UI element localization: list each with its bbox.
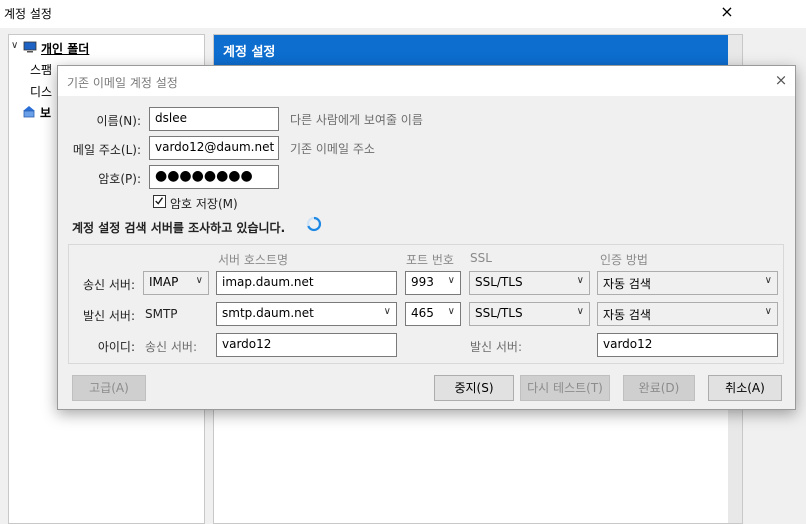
username-incoming-label: 송신 서버: [145,340,198,354]
name-label: 이름(N): [96,114,141,128]
retest-button[interactable]: 다시 테스트(T) [520,375,610,401]
incoming-username-input[interactable]: vardo12 [216,333,397,357]
outgoing-auth-select[interactable]: 자동 검색 ∨ [597,302,778,326]
chevron-down-icon: ∨ [764,275,772,286]
dialog-title: 기존 이메일 계정 설정 [67,76,178,90]
outgoing-port-select[interactable]: 465 ∨ [405,302,461,326]
remember-password-label[interactable]: 암호 저장(M) [170,195,238,212]
column-header-auth: 인증 방법 [600,253,648,267]
incoming-protocol-value: IMAP [149,275,179,289]
password-label: 암호(P): [98,172,141,186]
tree-item-label: 개인 폴더 [41,42,90,56]
advanced-button[interactable]: 고급(A) [72,375,146,401]
chevron-down-icon: ∨ [383,306,391,317]
incoming-ssl-select[interactable]: SSL/TLS ∨ [469,271,590,295]
stop-button[interactable]: 중지(S) [434,375,514,401]
name-input[interactable]: dslee [149,107,279,131]
incoming-hostname-input[interactable]: imap.daum.net [216,271,397,295]
outgoing-ssl-select[interactable]: SSL/TLS ∨ [469,302,590,326]
incoming-port-value: 993 [411,275,434,289]
outgoing-username-input[interactable]: vardo12 [597,333,778,357]
chevron-down-icon: ∨ [447,306,455,317]
column-header-hostname: 서버 호스트명 [218,253,289,267]
window-close-icon[interactable]: × [716,2,738,24]
outgoing-port-value: 465 [411,306,434,320]
chevron-down-icon: ∨ [576,275,584,286]
tree-item-disk[interactable]: 디스 [30,83,52,100]
tree-item-local-folders[interactable]: ∨ 개인 폴더 [11,40,101,58]
remember-password-checkbox[interactable] [153,195,166,208]
window-title: 계정 설정 [4,7,52,21]
outgoing-hostname-select[interactable]: smtp.daum.net ∨ [216,302,397,326]
done-button[interactable]: 완료(D) [623,375,695,401]
outgoing-auth-value: 자동 검색 [603,308,651,322]
incoming-ssl-value: SSL/TLS [475,275,523,289]
email-input[interactable]: vardo12@daum.net [149,136,279,160]
outgoing-server-icon [23,106,35,118]
chevron-down-icon: ∨ [195,275,203,286]
dialog-close-icon[interactable]: × [771,70,791,90]
dialog-titlebar: 기존 이메일 계정 설정 × [58,66,795,96]
column-header-ssl: SSL [470,251,492,265]
outgoing-protocol: SMTP [145,307,178,321]
email-hint: 기존 이메일 주소 [290,142,375,156]
password-input[interactable]: ●●●●●●●● [149,165,279,189]
outgoing-label: 발신 서버: [82,309,135,323]
incoming-auth-value: 자동 검색 [603,277,651,291]
computer-icon [23,41,37,53]
existing-account-dialog: 기존 이메일 계정 설정 × 이름(N): dslee 다른 사람에게 보여줄 … [57,65,796,410]
status-text: 계정 설정 검색 서버를 조사하고 있습니다. [72,221,286,235]
settings-header: 계정 설정 [214,35,728,65]
username-outgoing-label: 발신 서버: [470,340,523,354]
incoming-auth-select[interactable]: 자동 검색 ∨ [597,271,778,295]
outgoing-ssl-value: SSL/TLS [475,306,523,320]
cancel-button[interactable]: 취소(A) [708,375,782,401]
tree-item-spam[interactable]: 스팸 [30,61,52,78]
incoming-label: 송신 서버: [82,278,135,292]
loading-spinner-icon [306,216,322,232]
tree-item-label: 보 [40,106,52,120]
checkmark-icon [155,197,164,205]
window-titlebar: 계정 설정 × [0,0,806,28]
incoming-port-select[interactable]: 993 ∨ [405,271,461,295]
chevron-down-icon: ∨ [576,306,584,317]
chevron-down-icon: ∨ [764,306,772,317]
username-label: 아이디: [97,340,135,354]
incoming-protocol-select[interactable]: IMAP ∨ [143,271,209,295]
chevron-down-icon: ∨ [447,275,455,286]
outgoing-hostname-value: smtp.daum.net [222,306,314,320]
column-header-port: 포트 번호 [406,253,454,267]
email-label: 메일 주소(L): [72,143,141,157]
name-hint: 다른 사람에게 보여줄 이름 [290,113,423,127]
